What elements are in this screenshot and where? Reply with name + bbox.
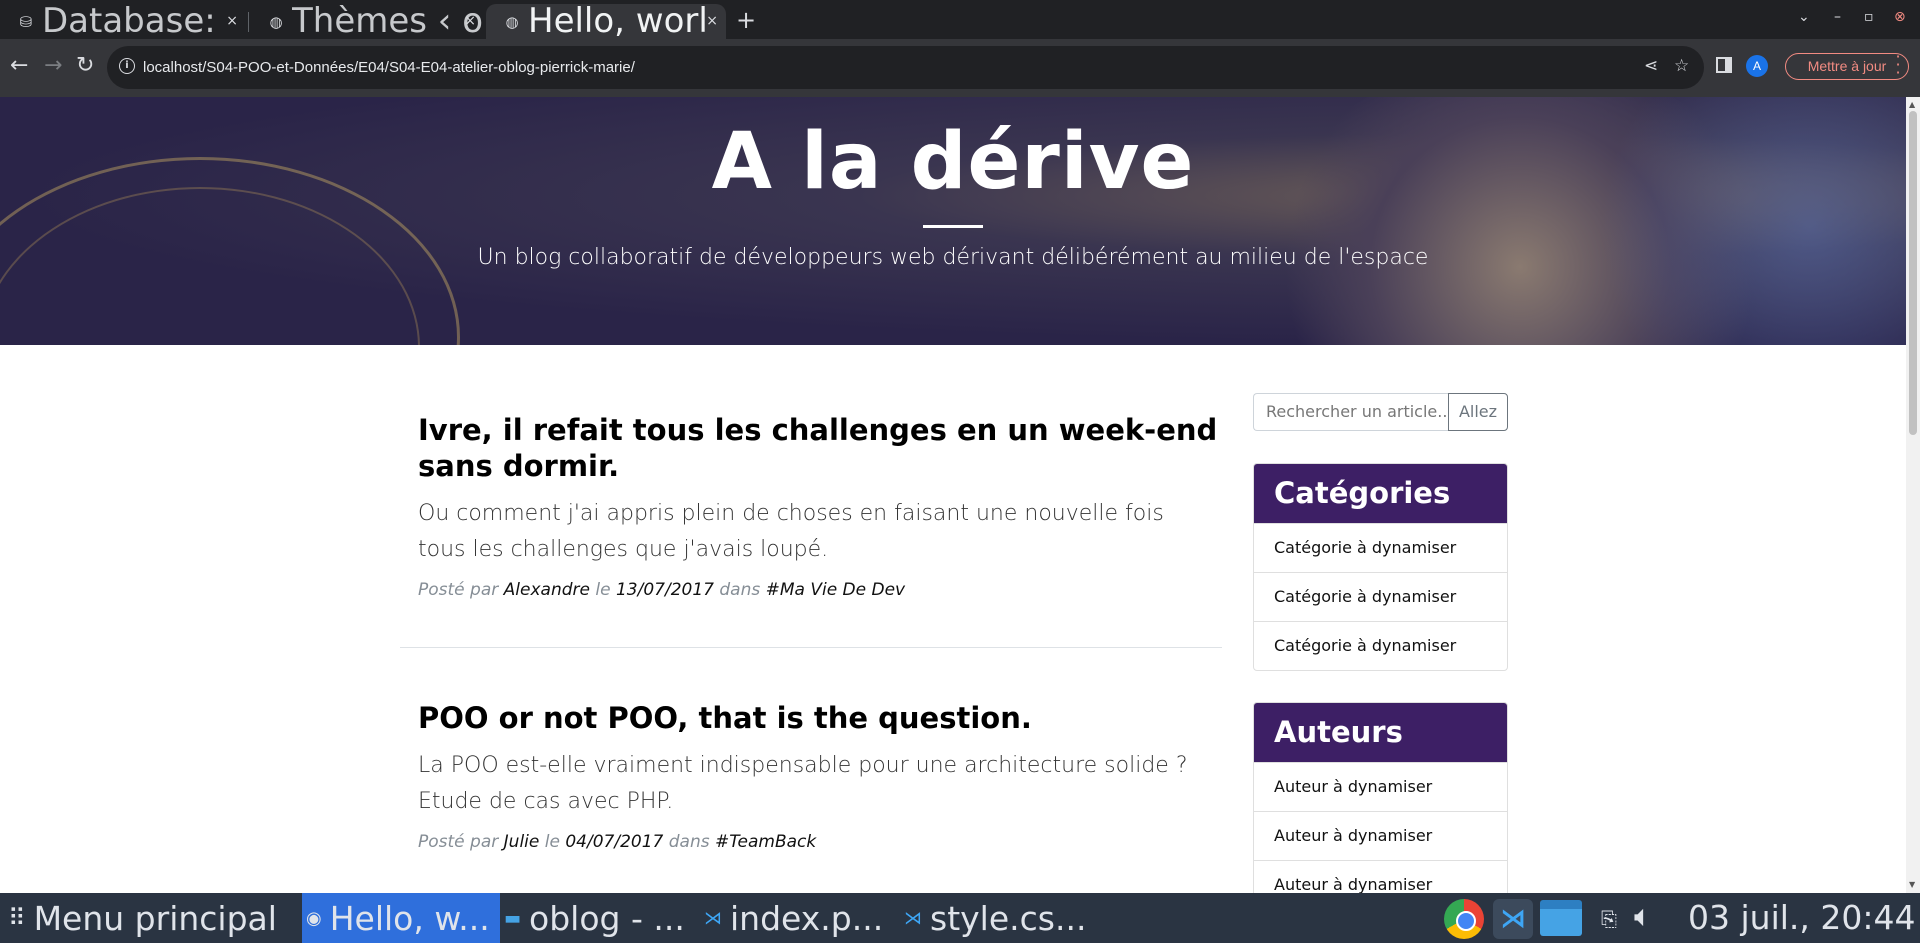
authors-card: Auteurs Auteur à dynamiser Auteur à dyna… (1253, 702, 1508, 893)
database-icon: ⛁ (19, 12, 33, 31)
scroll-thumb[interactable] (1909, 111, 1917, 435)
author-link[interactable]: Auteur à dynamiser (1254, 811, 1507, 860)
tab-title: Thèmes ‹ o (292, 4, 484, 39)
share-icon[interactable]: ⋖ (1644, 56, 1658, 76)
update-button[interactable]: Mettre à jour (1785, 53, 1909, 80)
tab-hello-world[interactable]: ◍ Hello, worl × (486, 4, 726, 39)
scroll-down-icon[interactable]: ▼ (1909, 880, 1915, 889)
post-divider (400, 647, 1222, 648)
meta-label: dans (668, 832, 710, 852)
files-launcher-icon[interactable] (1540, 900, 1582, 936)
main-menu-button[interactable]: ⠿ Menu principal (8, 893, 300, 943)
back-icon[interactable]: ← (10, 53, 28, 79)
minimize-icon[interactable]: – (1834, 9, 1841, 25)
post-meta: Posté par Alexandre le 13/07/2017 dans #… (418, 580, 1218, 600)
browser-tab-strip: ⛁ Database: × ◍ Thèmes ‹ o × ◍ Hello, wo… (0, 0, 1920, 39)
close-window-icon[interactable]: ⊗ (1894, 9, 1906, 25)
meta-label: Posté par (418, 832, 499, 852)
main-menu-label: Menu principal (33, 898, 277, 938)
taskbar-window-editor-style[interactable]: ⋊ style.cs... (904, 893, 1100, 943)
authors-heading: Auteurs (1254, 703, 1507, 762)
meta-label: Posté par (418, 580, 499, 600)
close-tab-icon[interactable]: × (706, 13, 718, 29)
forward-icon[interactable]: → (44, 53, 62, 79)
post-excerpt: Ou comment j'ai appris plein de choses e… (418, 501, 1164, 562)
post-category-link[interactable]: #Ma Vie De Dev (766, 580, 906, 600)
globe-icon: ◍ (505, 12, 519, 31)
folder-icon: ▬ (504, 907, 522, 929)
categories-heading: Catégories (1254, 464, 1507, 523)
clock[interactable]: 03 juil., 20:44 (1688, 893, 1915, 943)
meta-label: le (595, 580, 611, 600)
post-title[interactable]: Ivre, il refait tous les challenges en u… (418, 412, 1218, 484)
side-panel-icon[interactable] (1716, 57, 1732, 73)
browser-toolbar: ← → ↻ i localhost/S04-POO-et-Données/E04… (0, 39, 1920, 97)
blog-title[interactable]: A la dérive (0, 117, 1906, 207)
post-preview: POO or not POO, that is the question. La… (418, 700, 1218, 852)
page-scrollbar[interactable]: ▲ ▼ (1906, 97, 1920, 893)
meta-label: le (544, 832, 560, 852)
post-category-link[interactable]: #TeamBack (715, 832, 816, 852)
author-link[interactable]: Auteur à dynamiser (1254, 762, 1507, 811)
url-text[interactable]: localhost/S04-POO-et-Données/E04/S04-E04… (143, 46, 635, 89)
post-date: 13/07/2017 (615, 580, 714, 600)
post-title[interactable]: POO or not POO, that is the question. (418, 700, 1218, 736)
taskbar: ⠿ Menu principal ◉ Hello, w... ▬ oblog -… (0, 893, 1920, 943)
reload-icon[interactable]: ↻ (76, 53, 94, 79)
screen: ⛁ Database: × ◍ Thèmes ‹ o × ◍ Hello, wo… (0, 0, 1920, 943)
profile-avatar[interactable]: A (1746, 55, 1768, 77)
site-info-icon[interactable]: i (119, 58, 135, 74)
close-tab-icon[interactable]: × (226, 13, 238, 29)
post-author-link[interactable]: Alexandre (504, 580, 590, 600)
bookmark-star-icon[interactable]: ☆ (1674, 56, 1689, 76)
tab-search-icon[interactable]: ⌄ (1798, 9, 1810, 25)
web-page: A la dérive Un blog collaboratif de déve… (0, 97, 1906, 893)
blog-header: A la dérive Un blog collaboratif de déve… (0, 97, 1906, 345)
vscode-launcher-icon[interactable]: ⋊ (1493, 899, 1533, 939)
blog-subtitle: Un blog collaboratif de développeurs web… (477, 245, 1429, 270)
taskbar-window-label: style.cs... (930, 898, 1087, 938)
taskbar-window-editor-index[interactable]: ⋊ index.p... (704, 893, 900, 943)
taskbar-window-label: Hello, w... (329, 898, 490, 938)
taskbar-window-files[interactable]: ▬ oblog - ... (504, 893, 700, 943)
tab-separator (248, 12, 249, 32)
post-meta: Posté par Julie le 04/07/2017 dans #Team… (418, 832, 1218, 852)
volume-icon[interactable]: 🔈︎ (1634, 899, 1652, 934)
tab-title: Hello, worl (528, 4, 708, 39)
category-link[interactable]: Catégorie à dynamiser (1254, 621, 1507, 670)
post-author-link[interactable]: Julie (504, 832, 540, 852)
apps-grid-icon: ⠿ (8, 904, 26, 932)
tab-title: Database: (42, 4, 216, 39)
category-link[interactable]: Catégorie à dynamiser (1254, 523, 1507, 572)
scroll-up-icon[interactable]: ▲ (1909, 100, 1915, 109)
tab-themes[interactable]: ◍ Thèmes ‹ o × (250, 4, 484, 39)
taskbar-window-browser[interactable]: ◉ Hello, w... (302, 893, 500, 943)
taskbar-window-label: oblog - ... (529, 898, 685, 938)
search-button[interactable]: Allez (1448, 393, 1508, 431)
address-bar[interactable]: i localhost/S04-POO-et-Données/E04/S04-E… (107, 46, 1704, 89)
post-preview: Ivre, il refait tous les challenges en u… (418, 412, 1218, 600)
globe-icon: ◍ (269, 12, 283, 31)
search-input[interactable]: Rechercher un article... (1253, 393, 1449, 431)
network-icon[interactable]: ⎘ (1601, 907, 1617, 931)
new-tab-button[interactable]: + (736, 6, 756, 34)
meta-label: dans (719, 580, 761, 600)
post-date: 04/07/2017 (565, 832, 664, 852)
browser-menu-icon[interactable]: · · · (1895, 49, 1901, 81)
tab-database[interactable]: ⛁ Database: × (0, 4, 246, 39)
close-tab-icon[interactable]: × (464, 13, 476, 29)
chrome-launcher-icon[interactable] (1444, 899, 1484, 939)
author-link[interactable]: Auteur à dynamiser (1254, 860, 1507, 893)
post-excerpt: La POO est-elle vraiment indispensable p… (418, 753, 1188, 814)
taskbar-window-label: index.p... (730, 898, 884, 938)
title-divider (923, 225, 983, 228)
categories-card: Catégories Catégorie à dynamiser Catégor… (1253, 463, 1508, 671)
maximize-icon[interactable]: ▫ (1864, 9, 1874, 25)
vscode-icon: ⋊ (704, 907, 722, 929)
vscode-icon: ⋊ (904, 907, 922, 929)
chrome-icon: ◉ (306, 907, 322, 929)
category-link[interactable]: Catégorie à dynamiser (1254, 572, 1507, 621)
